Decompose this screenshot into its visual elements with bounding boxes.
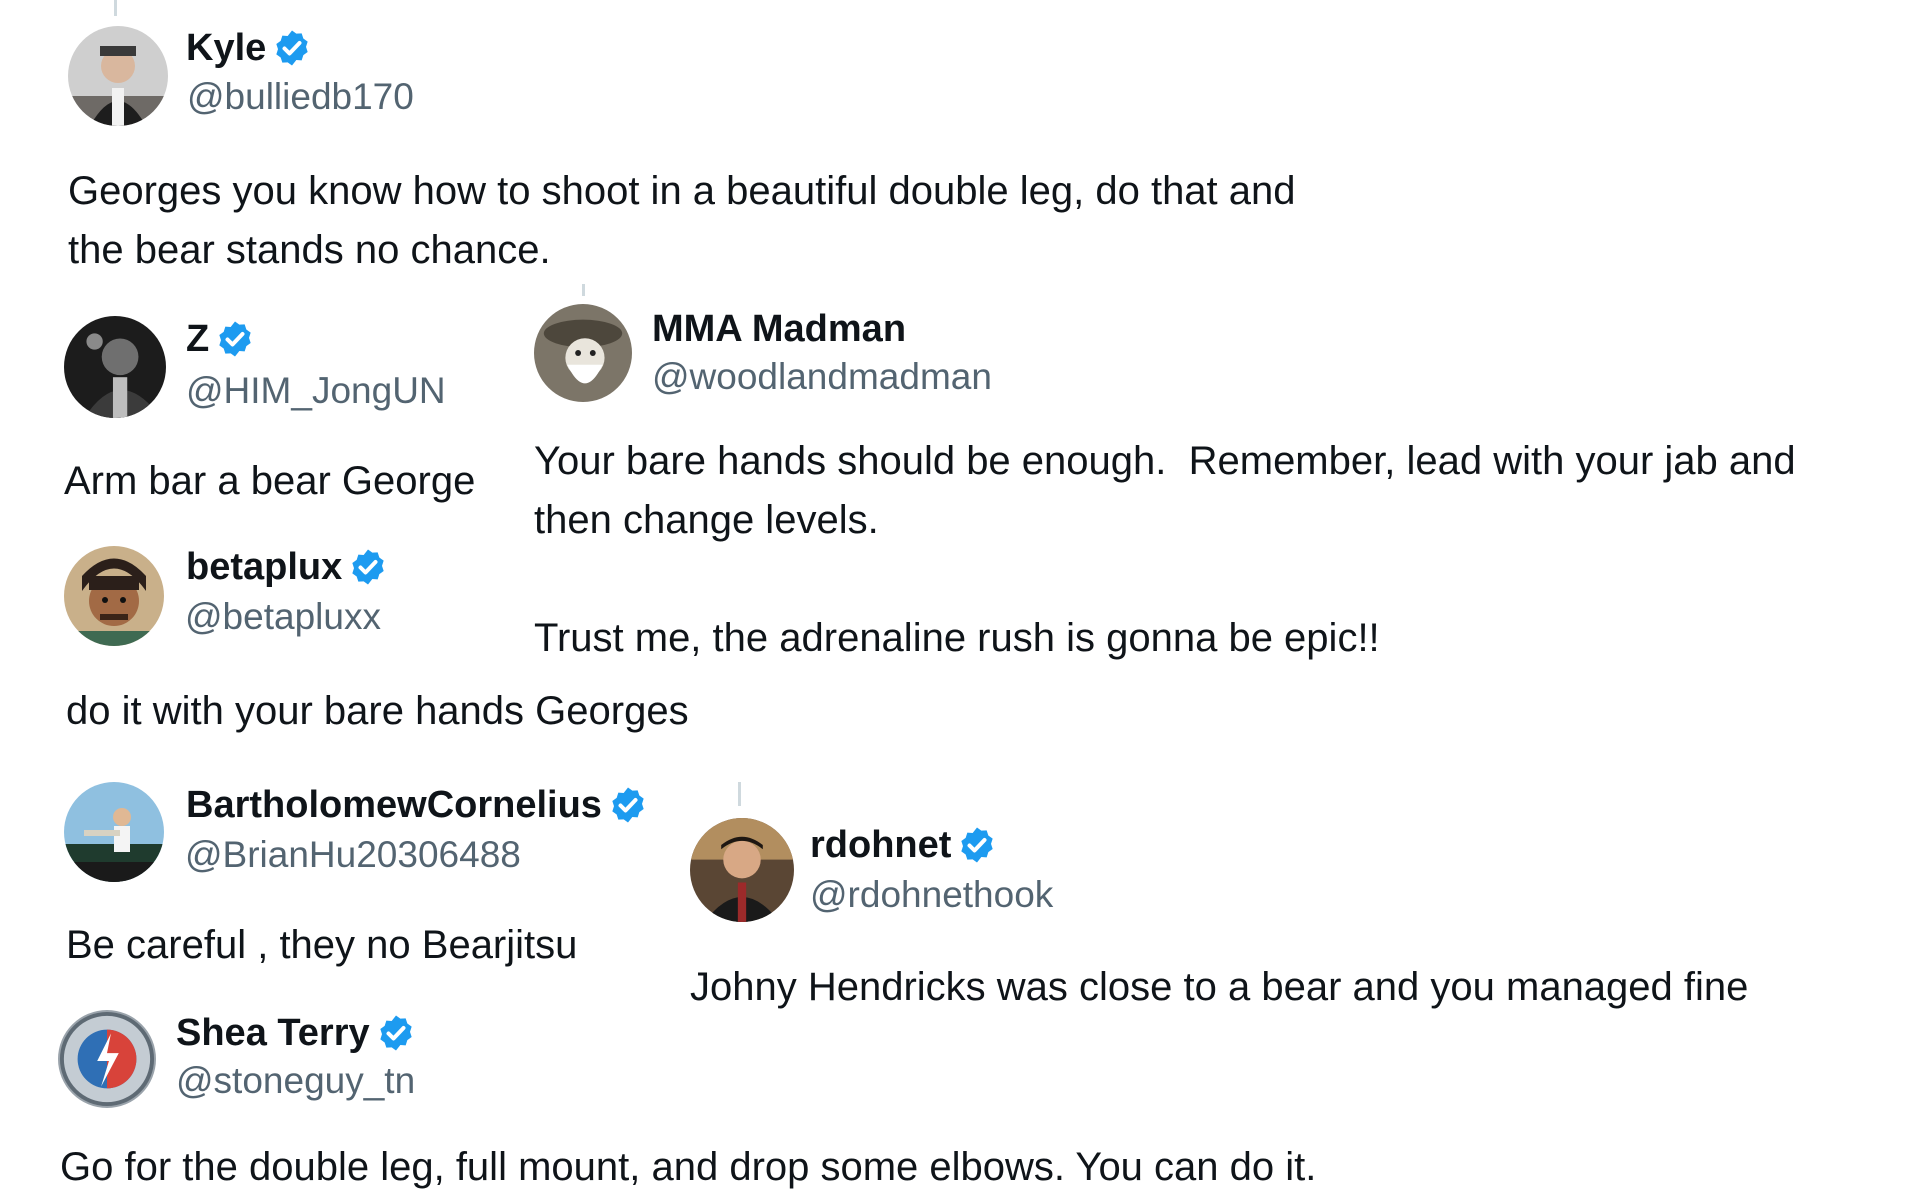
author-name-row[interactable]: betaplux [186, 544, 388, 590]
verified-badge-icon [376, 1013, 416, 1053]
author-name-row[interactable]: MMA Madman [652, 306, 906, 352]
verified-badge-icon [272, 28, 312, 68]
avatar-image [64, 782, 164, 882]
author-name[interactable]: Shea Terry [176, 1012, 370, 1055]
post-text: Go for the double leg, full mount, and d… [60, 1145, 1317, 1189]
author-name-row[interactable]: rdohnet [810, 822, 997, 868]
author-name-row[interactable]: Kyle [186, 24, 312, 72]
author-handle[interactable]: @BrianHu20306488 [185, 834, 521, 876]
thread-line [738, 782, 741, 806]
post-text: Georges you know how to shoot in a beaut… [68, 169, 1296, 272]
thread-line [114, 0, 117, 16]
avatar-image [64, 316, 166, 418]
reply-post-shea-terry[interactable]: Shea Terry @stoneguy_tn Go for the doubl… [58, 1010, 1458, 1190]
post-text: do it with your bare hands Georges [66, 689, 689, 733]
avatar[interactable] [68, 26, 168, 126]
author-name[interactable]: MMA Madman [652, 308, 906, 351]
avatar[interactable] [64, 546, 164, 646]
avatar-image [64, 546, 164, 646]
avatar[interactable] [534, 304, 632, 402]
author-handle[interactable]: @betapluxx [185, 596, 381, 638]
author-name[interactable]: Z [186, 318, 209, 361]
verified-badge-icon [957, 825, 997, 865]
avatar[interactable] [58, 1010, 156, 1108]
avatar[interactable] [64, 782, 164, 882]
reply-post-betaplux[interactable]: betaplux @betapluxx do it with your bare… [64, 546, 764, 746]
author-name[interactable]: BartholomewCornelius [186, 784, 602, 827]
avatar-image [534, 304, 632, 402]
author-handle[interactable]: @rdohnethook [810, 874, 1053, 916]
reply-post-bartholomew[interactable]: BartholomewCornelius @BrianHu20306488 Be… [64, 782, 704, 982]
reply-post-z[interactable]: Z @HIM_JongUN Arm bar a bear George [64, 316, 534, 516]
author-name-row[interactable]: Z [186, 316, 255, 362]
post-text: Johny Hendricks was close to a bear and … [690, 965, 1749, 1009]
verified-badge-icon [215, 319, 255, 359]
author-handle[interactable]: @stoneguy_tn [176, 1060, 415, 1102]
post-text: Arm bar a bear George [64, 459, 476, 503]
author-handle[interactable]: @woodlandmadman [652, 356, 992, 398]
verified-badge-icon [348, 547, 388, 587]
reply-post-rdohnet[interactable]: rdohnet @rdohnethook Johny Hendricks was… [690, 818, 1890, 1038]
author-name[interactable]: Kyle [186, 27, 266, 70]
author-name-row[interactable]: BartholomewCornelius [186, 782, 648, 828]
avatar[interactable] [64, 316, 166, 418]
author-handle[interactable]: @HIM_JongUN [186, 370, 446, 412]
avatar-image [690, 818, 794, 922]
author-name[interactable]: betaplux [186, 546, 342, 589]
avatar[interactable] [690, 818, 794, 922]
reply-post-kyle[interactable]: Kyle @bulliedb170 Georges you know how t… [68, 26, 1428, 276]
author-name[interactable]: rdohnet [810, 824, 951, 867]
thread-line [582, 284, 585, 296]
verified-badge-icon [608, 785, 648, 825]
author-name-row[interactable]: Shea Terry [176, 1010, 416, 1056]
avatar-image [58, 1010, 156, 1108]
post-text: Be careful , they no Bearjitsu [66, 923, 578, 967]
avatar-image [68, 26, 168, 126]
author-handle[interactable]: @bulliedb170 [187, 76, 414, 118]
